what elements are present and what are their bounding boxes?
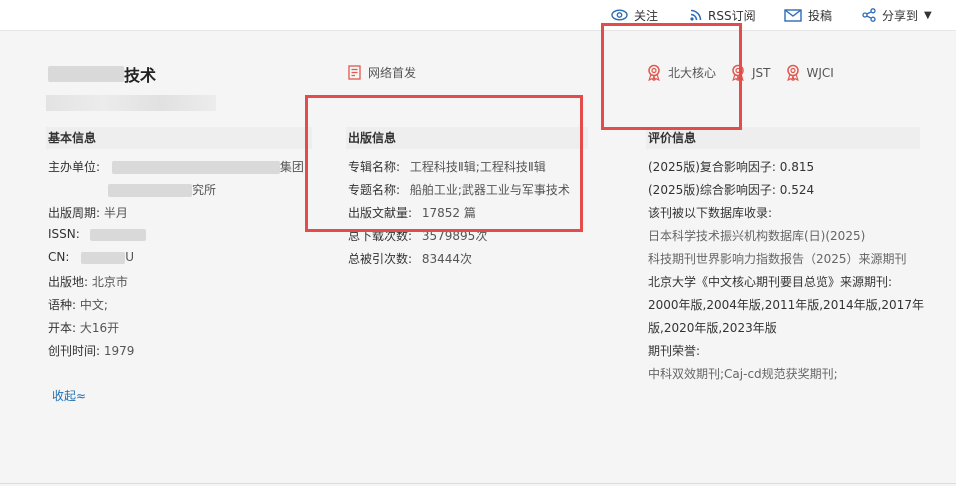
redacted-text bbox=[81, 251, 126, 264]
redacted-subtitle bbox=[46, 95, 216, 111]
cn-label: CN: bbox=[48, 250, 70, 264]
eye-icon bbox=[611, 9, 628, 21]
submit-button[interactable]: 投稿 bbox=[784, 6, 832, 24]
sponsor-line1: 集团 bbox=[279, 160, 304, 174]
language-value: 中文; bbox=[79, 298, 108, 312]
redacted-text bbox=[108, 184, 192, 197]
document-icon bbox=[348, 65, 361, 80]
collapse-button[interactable]: 收起≈ bbox=[52, 387, 86, 404]
journal-title: 技术 bbox=[48, 62, 156, 86]
chevron-down-icon: ▼ bbox=[924, 9, 932, 21]
citations-value: 83444次 bbox=[421, 252, 473, 266]
top-toolbar: 关注 RSS订阅 投稿 分享到 ▼ bbox=[0, 0, 956, 31]
basic-info-heading: 基本信息 bbox=[46, 127, 312, 149]
citations-row: 总被引次数: 83444次 bbox=[348, 250, 472, 267]
first-publish-label: 网络首发 bbox=[368, 66, 417, 80]
composite-impact-factor: (2025版)复合影响因子: 0.815 bbox=[648, 160, 815, 174]
journal-title-suffix: 技术 bbox=[124, 66, 157, 85]
language-row: 语种: 中文; bbox=[48, 296, 108, 313]
badge-label: JST bbox=[752, 65, 771, 80]
period-label: 出版周期: bbox=[48, 206, 101, 220]
place-label: 出版地: bbox=[48, 275, 89, 289]
citations-label: 总被引次数: bbox=[348, 252, 413, 266]
redacted-text bbox=[111, 161, 280, 174]
database-intro: 该刊被以下数据库收录: bbox=[648, 206, 773, 220]
cn-value: U bbox=[125, 250, 135, 264]
place-row: 出版地: 北京市 bbox=[48, 273, 128, 290]
sponsor-row: 主办单位: 集团 bbox=[48, 158, 304, 175]
sponsor-label: 主办单位: bbox=[48, 160, 101, 174]
highlight-box-publish-info bbox=[305, 95, 583, 232]
honors-label: 期刊荣誉: bbox=[648, 344, 701, 358]
rss-icon bbox=[690, 9, 702, 21]
period-row: 出版周期: 半月 bbox=[48, 204, 128, 221]
founded-value: 1979 bbox=[103, 344, 135, 358]
share-label: 分享到 bbox=[882, 8, 919, 23]
sponsor-row-2: 究所 bbox=[108, 181, 216, 198]
follow-button[interactable]: 关注 bbox=[611, 6, 658, 24]
founded-label: 创刊时间: bbox=[48, 344, 101, 358]
first-publish-link[interactable]: 网络首发 bbox=[348, 64, 416, 81]
award-icon bbox=[786, 64, 799, 81]
follow-label: 关注 bbox=[634, 8, 659, 23]
share-button[interactable]: 分享到 ▼ bbox=[862, 6, 932, 24]
overall-impact-factor: (2025版)综合影响因子: 0.524 bbox=[648, 183, 815, 197]
evaluation-info-heading: 评价信息 bbox=[646, 127, 920, 149]
mail-icon bbox=[784, 8, 802, 22]
sponsor-line2: 究所 bbox=[192, 183, 217, 197]
redacted-text bbox=[89, 228, 146, 241]
rss-label: RSS订阅 bbox=[708, 8, 756, 23]
badge-label: WJCI bbox=[806, 65, 834, 80]
database-jst: 日本科学技术振兴机构数据库(日)(2025) bbox=[648, 229, 866, 243]
bottom-divider bbox=[0, 483, 956, 484]
place-value: 北京市 bbox=[91, 275, 128, 289]
format-label: 开本: bbox=[48, 321, 77, 335]
rss-button[interactable]: RSS订阅 bbox=[690, 6, 756, 24]
period-value: 半月 bbox=[103, 206, 128, 220]
pku-core-years-1: 2000年版,2004年版,2011年版,2014年版,2017年 bbox=[648, 298, 924, 312]
cn-row: CN: U bbox=[48, 250, 134, 264]
database-wjci: 科技期刊世界影响力指数报告（2025）来源期刊 bbox=[648, 252, 907, 266]
pku-core-years-2: 版,2020年版,2023年版 bbox=[648, 321, 777, 335]
pku-core-label: 北京大学《中文核心期刊要目总览》来源期刊: bbox=[648, 275, 893, 289]
language-label: 语种: bbox=[48, 298, 77, 312]
format-value: 大16开 bbox=[79, 321, 120, 335]
honors-value: 中科双效期刊;Caj-cd规范获奖期刊; bbox=[648, 367, 838, 381]
redacted-text bbox=[48, 66, 124, 82]
share-icon bbox=[862, 8, 876, 22]
badge-wjci[interactable]: WJCI bbox=[785, 64, 834, 81]
format-row: 开本: 大16开 bbox=[48, 319, 119, 336]
issn-row: ISSN: bbox=[48, 227, 146, 241]
highlight-box-badges bbox=[601, 23, 742, 130]
submit-label: 投稿 bbox=[808, 8, 833, 23]
issn-label: ISSN: bbox=[48, 227, 80, 241]
founded-row: 创刊时间: 1979 bbox=[48, 342, 134, 359]
